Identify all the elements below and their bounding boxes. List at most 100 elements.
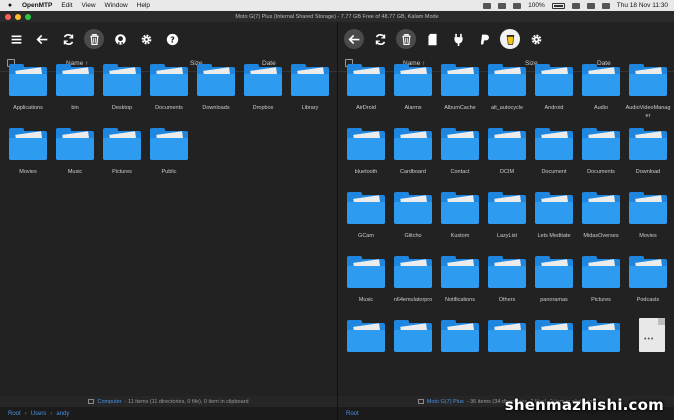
folder-item[interactable]: AlbumCache: [440, 64, 480, 113]
folder-item[interactable]: panoramas: [534, 256, 574, 305]
status-device-link[interactable]: Computer: [97, 399, 121, 405]
tray-icon[interactable]: [483, 2, 492, 9]
folder-item[interactable]: alt_autocycle: [487, 64, 527, 113]
folder-item[interactable]: Notifications: [440, 256, 480, 305]
folder-item[interactable]: n64emulatorpro: [393, 256, 433, 305]
folder-item[interactable]: AudioVideoManager: [625, 64, 671, 120]
paypal-button[interactable]: [474, 29, 494, 49]
folder-item[interactable]: Desktop: [102, 64, 142, 113]
sd-card-button[interactable]: [422, 29, 442, 49]
search-icon[interactable]: [586, 2, 595, 9]
clock[interactable]: Thu 18 Nov 11:30: [617, 2, 668, 9]
help-button[interactable]: ?: [162, 29, 182, 49]
zoom-window-button[interactable]: [25, 14, 31, 20]
folder-item[interactable]: Pictures: [102, 128, 142, 177]
breadcrumb-root[interactable]: Root: [346, 411, 359, 417]
folder-icon: [103, 64, 141, 96]
folder-item[interactable]: DCIM: [487, 128, 527, 177]
folder-item[interactable]: Dropbox: [243, 64, 283, 113]
folder-label: Pictures: [591, 297, 611, 303]
breadcrumb-root[interactable]: Root: [8, 411, 21, 417]
menu-button[interactable]: [6, 29, 26, 49]
folder-item[interactable]: GCam: [346, 192, 386, 241]
folder-item[interactable]: Movies: [8, 128, 48, 177]
folder-item[interactable]: Download: [628, 128, 668, 177]
folder-item[interactable]: AirDroid: [346, 64, 386, 113]
menu-view[interactable]: View: [82, 2, 96, 9]
folder-icon: [488, 192, 526, 224]
folder-item[interactable]: Documents: [149, 64, 189, 113]
svg-text:?: ?: [170, 34, 175, 44]
close-window-button[interactable]: [5, 14, 11, 20]
folder-item[interactable]: MidasOverses: [581, 192, 621, 241]
folder-icon: [488, 64, 526, 96]
folder-item[interactable]: Document: [534, 128, 574, 177]
menu-edit[interactable]: Edit: [61, 2, 72, 9]
folder-item[interactable]: Documents: [581, 128, 621, 177]
folder-item[interactable]: Lets Meditate: [534, 192, 574, 241]
folder-item[interactable]: [346, 320, 386, 361]
folder-label: Documents: [155, 105, 183, 111]
apple-icon[interactable]: ●: [6, 2, 14, 9]
folder-label: Podcasts: [636, 297, 660, 303]
folder-item[interactable]: Downloads: [196, 64, 236, 113]
folder-item[interactable]: bin: [55, 64, 95, 113]
menu-help[interactable]: Help: [137, 2, 150, 9]
delete-button[interactable]: [84, 29, 104, 49]
arrow-left-icon: [347, 34, 359, 44]
folder-item[interactable]: [534, 320, 574, 361]
folder-item[interactable]: Kustom: [440, 192, 480, 241]
menu-window[interactable]: Window: [105, 2, 128, 9]
folder-icon: [394, 256, 432, 288]
folder-label: AudioVideoManager: [625, 105, 671, 119]
folder-icon: [150, 128, 188, 160]
folder-item[interactable]: Music: [55, 128, 95, 177]
folder-item[interactable]: Glitcho: [393, 192, 433, 241]
tray-icon[interactable]: [498, 2, 507, 9]
file-item[interactable]: •••: [632, 318, 672, 361]
folder-item[interactable]: Public: [149, 128, 189, 177]
folder-item[interactable]: Alarms: [393, 64, 433, 113]
folder-item[interactable]: Audio: [581, 64, 621, 113]
settings-button[interactable]: [136, 29, 156, 49]
back-button[interactable]: [32, 29, 52, 49]
folder-item[interactable]: Others: [487, 256, 527, 305]
local-pane: ? Name ↑ Size Date Applications bin Deskto…: [0, 22, 338, 420]
folder-item[interactable]: [393, 320, 433, 361]
back-button[interactable]: [344, 29, 364, 49]
battery-icon[interactable]: [551, 2, 565, 9]
folder-item[interactable]: Music: [346, 256, 386, 305]
folder-item[interactable]: Android: [534, 64, 574, 113]
folder-item[interactable]: Movies: [628, 192, 668, 241]
folder-item[interactable]: [487, 320, 527, 361]
folder-item[interactable]: Podcasts: [628, 256, 668, 305]
folder-item[interactable]: Applications: [8, 64, 48, 113]
tray-icon[interactable]: [513, 2, 522, 9]
wifi-icon[interactable]: [571, 2, 580, 9]
folder-label: panoramas: [540, 297, 568, 303]
folder-item[interactable]: Pictures: [581, 256, 621, 305]
breadcrumb-users[interactable]: Users: [31, 411, 47, 417]
folder-item[interactable]: bluetooth: [346, 128, 386, 177]
status-device-link[interactable]: Moto G(7) Plus: [427, 399, 464, 405]
computer-icon: [88, 399, 95, 404]
breadcrumb-andy[interactable]: andy: [56, 411, 69, 417]
folder-item[interactable]: Library: [290, 64, 330, 113]
settings-button[interactable]: [526, 29, 546, 49]
control-center-icon[interactable]: [601, 2, 610, 9]
folder-item[interactable]: [440, 320, 480, 361]
folder-item[interactable]: [581, 320, 621, 361]
github-button[interactable]: [110, 29, 130, 49]
hamburger-icon: [11, 34, 21, 44]
refresh-button[interactable]: [370, 29, 390, 49]
minimize-window-button[interactable]: [15, 14, 21, 20]
buy-me-coffee-button[interactable]: [500, 29, 520, 49]
delete-button[interactable]: [396, 29, 416, 49]
folder-item[interactable]: Cardboard: [393, 128, 433, 177]
folder-item[interactable]: LazyList: [487, 192, 527, 241]
folder-item[interactable]: Contact: [440, 128, 480, 177]
menu-app-name[interactable]: OpenMTP: [22, 2, 52, 9]
refresh-button[interactable]: [58, 29, 78, 49]
title-bar: Moto G(7) Plus (Internal Shared Storage)…: [0, 11, 674, 22]
mtp-mode-button[interactable]: [448, 29, 468, 49]
